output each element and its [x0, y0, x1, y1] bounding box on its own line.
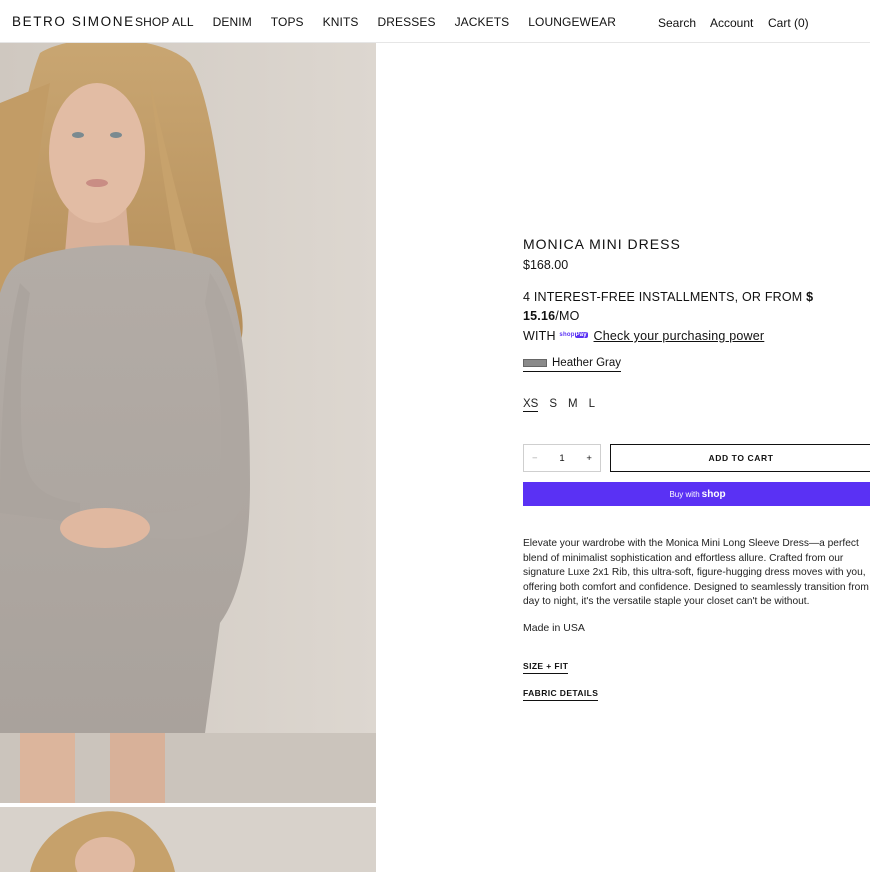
quantity-increase-button[interactable]: + [586, 453, 592, 464]
shoppay-icon: shopPay [559, 332, 588, 338]
installments-prefix: 4 INTEREST-FREE INSTALLMENTS, OR FROM [523, 290, 807, 304]
color-swatch[interactable] [523, 358, 547, 367]
size-option-m[interactable]: M [568, 398, 578, 412]
nav-tops[interactable]: TOPS [271, 15, 304, 29]
color-label: Heather Gray [552, 356, 622, 369]
fabric-details-accordion[interactable]: FABRIC DETAILS [523, 688, 599, 701]
quantity-value[interactable]: 1 [559, 453, 564, 464]
made-in-label: Made in USA [523, 622, 585, 634]
brand-logo[interactable]: BETRO SIMONE [12, 14, 135, 29]
product-image-secondary[interactable] [0, 807, 376, 872]
size-option-s[interactable]: S [549, 398, 557, 412]
add-to-cart-button[interactable]: ADD TO CART [610, 444, 870, 472]
nav-denim[interactable]: DENIM [213, 15, 252, 29]
main-nav: SHOP ALL DENIM TOPS KNITS DRESSES JACKET… [135, 15, 635, 29]
search-link[interactable]: Search [658, 16, 696, 30]
buy-with-label: Buy with [669, 489, 700, 499]
quantity-stepper: − 1 + [523, 444, 601, 472]
cart-link[interactable]: Cart (0) [768, 16, 809, 30]
installments-with: WITH [523, 328, 556, 343]
size-selector: XS S M L [523, 398, 606, 412]
buy-with-shop-button[interactable]: Buy with shop [523, 482, 870, 506]
installments-info: 4 INTEREST-FREE INSTALLMENTS, OR FROM $ … [523, 288, 868, 347]
size-fit-accordion[interactable]: SIZE + FIT [523, 661, 569, 674]
nav-shop-all[interactable]: SHOP ALL [135, 15, 194, 29]
site-header: BETRO SIMONE SHOP ALL DENIM TOPS KNITS D… [0, 0, 870, 43]
color-selector[interactable]: Heather Gray [523, 356, 622, 372]
purchasing-power-link[interactable]: Check your purchasing power [594, 329, 765, 343]
shop-logo: shop [701, 488, 726, 500]
nav-jackets[interactable]: JACKETS [455, 15, 510, 29]
nav-dresses[interactable]: DRESSES [378, 15, 436, 29]
size-option-l[interactable]: L [589, 398, 595, 412]
size-option-xs[interactable]: XS [523, 398, 539, 412]
quantity-decrease-button[interactable]: − [532, 453, 538, 464]
nav-knits[interactable]: KNITS [323, 15, 359, 29]
product-price: $168.00 [523, 258, 569, 272]
account-link[interactable]: Account [710, 16, 753, 30]
nav-loungewear[interactable]: LOUNGEWEAR [528, 15, 616, 29]
product-title: MONICA MINI DRESS [523, 236, 681, 252]
model-photo-illustration-2 [0, 807, 376, 872]
product-image-main[interactable] [0, 43, 376, 803]
installments-suffix: /MO [555, 309, 580, 323]
product-description: Elevate your wardrobe with the Monica Mi… [523, 538, 869, 607]
model-photo-illustration [0, 43, 376, 803]
